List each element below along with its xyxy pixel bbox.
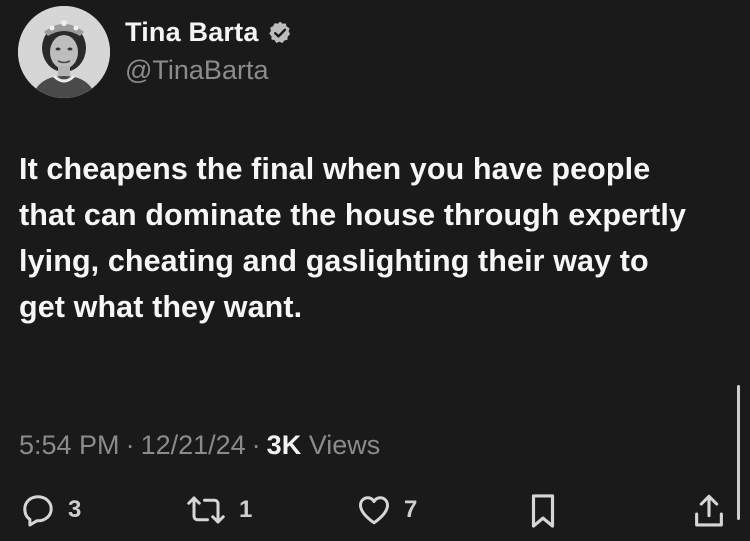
action-bar: 3 1 7 bbox=[0, 492, 750, 536]
share-button[interactable] bbox=[692, 492, 726, 530]
meta-separator: · bbox=[251, 430, 261, 460]
author-handle[interactable]: @TinaBarta bbox=[125, 55, 293, 86]
tweet-time[interactable]: 5:54 PM bbox=[19, 430, 120, 460]
like-button[interactable]: 7 bbox=[356, 492, 417, 528]
reply-icon bbox=[20, 492, 56, 528]
bookmark-button[interactable] bbox=[527, 492, 559, 530]
reply-button[interactable]: 3 bbox=[20, 492, 81, 528]
tweet-date[interactable]: 12/21/24 bbox=[141, 430, 246, 460]
tweet-meta: 5:54 PM · 12/21/24 · 3K Views bbox=[19, 430, 380, 461]
share-icon bbox=[692, 492, 726, 530]
like-count: 7 bbox=[404, 496, 418, 523]
scrollbar[interactable] bbox=[737, 385, 740, 520]
verified-badge-icon[interactable] bbox=[267, 20, 293, 46]
avatar[interactable] bbox=[18, 6, 110, 98]
views-label[interactable]: Views bbox=[309, 430, 381, 460]
bookmark-icon bbox=[527, 492, 559, 530]
views-count[interactable]: 3K bbox=[267, 430, 302, 460]
author-display-name[interactable]: Tina Barta bbox=[125, 17, 259, 48]
repost-count: 1 bbox=[239, 496, 253, 523]
heart-icon bbox=[356, 492, 392, 528]
author-identity: Tina Barta @TinaBarta bbox=[125, 13, 293, 86]
meta-separator: · bbox=[125, 430, 135, 460]
tweet-header: Tina Barta @TinaBarta bbox=[18, 6, 293, 98]
repost-icon bbox=[185, 492, 227, 528]
reply-count: 3 bbox=[68, 496, 82, 523]
repost-button[interactable]: 1 bbox=[185, 492, 252, 528]
tweet-text: It cheapens the final when you have peop… bbox=[19, 152, 687, 324]
name-row: Tina Barta bbox=[125, 13, 293, 53]
